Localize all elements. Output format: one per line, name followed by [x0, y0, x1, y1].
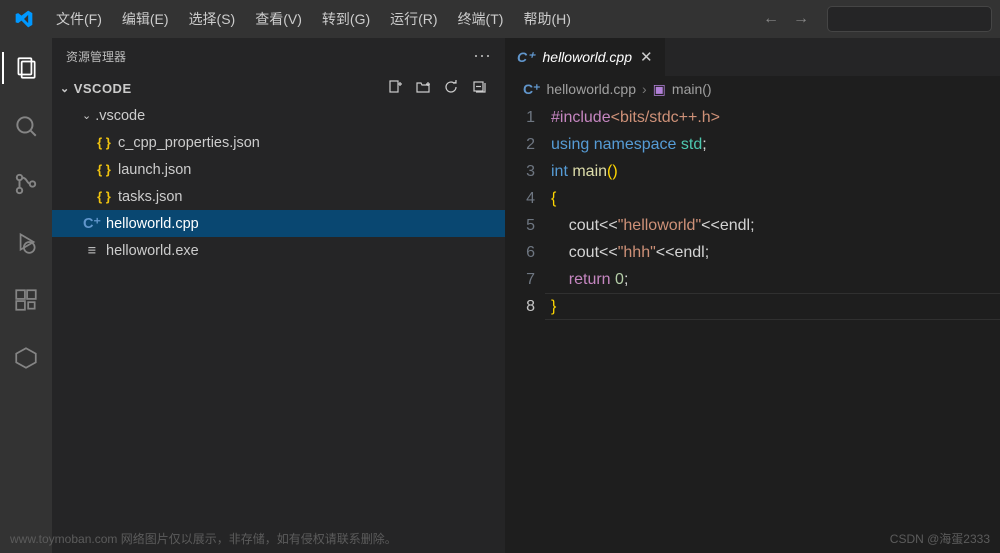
chevron-right-icon: ›	[642, 81, 647, 97]
file-tree: ⌄ .vscode { } c_cpp_properties.json { } lau…	[52, 102, 505, 264]
title-bar: 文件(F)编辑(E)选择(S)查看(V)转到(G)运行(R)终端(T)帮助(H)…	[0, 0, 1000, 38]
code-line: int main()	[551, 158, 755, 185]
sidebar-more-icon[interactable]: ⋯	[473, 46, 491, 67]
menu-item[interactable]: 帮助(H)	[513, 5, 580, 33]
tab-label: helloworld.cpp	[543, 49, 633, 65]
cpp-file-icon: C⁺	[517, 49, 535, 66]
tree-file[interactable]: { } c_cpp_properties.json	[52, 129, 505, 156]
code-line: }	[551, 293, 755, 320]
tree-file[interactable]: C⁺helloworld.cpp	[52, 210, 505, 237]
tree-item-label: tasks.json	[118, 189, 182, 205]
nav-forward-icon[interactable]: →	[787, 5, 815, 33]
editor-pane: C⁺ helloworld.cpp ✕ C⁺ helloworld.cpp › …	[505, 38, 1000, 553]
json-file-icon: { }	[94, 162, 114, 177]
watermark-right: CSDN @海蛋2333	[890, 530, 990, 547]
vscode-logo-icon	[12, 7, 36, 31]
tree-item-label: helloworld.cpp	[106, 216, 199, 232]
explorer-sidebar: 资源管理器 ⋯ ⌄ VSCODE ⌄ .vscode { } c_cpp_prop…	[52, 38, 505, 553]
new-folder-icon[interactable]	[415, 79, 431, 98]
watermark-left: www.toymoban.com 网络图片仅以展示，非存储，如有侵权请联系删除。	[10, 530, 397, 547]
run-debug-tab-icon[interactable]	[2, 222, 50, 262]
breadcrumb-symbol: main()	[672, 81, 712, 97]
menu-item[interactable]: 终端(T)	[448, 5, 514, 33]
exe-file-icon: ≡	[82, 243, 102, 259]
menu-item[interactable]: 运行(R)	[380, 5, 447, 33]
explorer-tab-icon[interactable]	[2, 48, 50, 88]
new-file-icon[interactable]	[387, 79, 403, 98]
symbol-cube-icon: ▣	[653, 81, 666, 98]
tree-item-label: .vscode	[95, 108, 145, 124]
breadcrumb-file: helloworld.cpp	[547, 81, 637, 97]
json-file-icon: { }	[94, 189, 114, 204]
cpp-file-icon: C⁺	[523, 81, 541, 98]
code-line: {	[551, 185, 755, 212]
menu-item[interactable]: 转到(G)	[312, 5, 380, 33]
menu-bar: 文件(F)编辑(E)选择(S)查看(V)转到(G)运行(R)终端(T)帮助(H)	[46, 5, 581, 33]
tree-file[interactable]: { } tasks.json	[52, 183, 505, 210]
tree-item-label: launch.json	[118, 162, 191, 178]
source-text: #include<bits/stdc++.h>using namespace s…	[551, 104, 755, 320]
cpp-file-icon: C⁺	[82, 216, 102, 232]
sidebar-title: 资源管理器	[66, 48, 126, 65]
nav-back-icon[interactable]: ←	[757, 5, 785, 33]
editor-tabs: C⁺ helloworld.cpp ✕	[505, 38, 1000, 76]
json-file-icon: { }	[94, 135, 114, 150]
tree-file[interactable]: ≡helloworld.exe	[52, 237, 505, 264]
code-line: return 0;	[551, 266, 755, 293]
tree-item-label: helloworld.exe	[106, 243, 199, 259]
editor-tab[interactable]: C⁺ helloworld.cpp ✕	[505, 38, 665, 76]
source-control-tab-icon[interactable]	[2, 164, 50, 204]
chevron-down-icon: ⌄	[60, 82, 70, 95]
remote-tab-icon[interactable]	[2, 338, 50, 378]
tree-folder-vscode[interactable]: ⌄ .vscode	[52, 102, 505, 129]
search-tab-icon[interactable]	[2, 106, 50, 146]
code-line: #include<bits/stdc++.h>	[551, 104, 755, 131]
folder-header[interactable]: ⌄ VSCODE	[52, 74, 505, 102]
menu-item[interactable]: 文件(F)	[46, 5, 112, 33]
tree-file[interactable]: { } launch.json	[52, 156, 505, 183]
code-line: cout<<"helloworld"<<endl;	[551, 212, 755, 239]
code-line: cout<<"hhh"<<endl;	[551, 239, 755, 266]
folder-toolbar	[387, 79, 497, 98]
close-icon[interactable]: ✕	[640, 48, 653, 66]
menu-item[interactable]: 查看(V)	[245, 5, 312, 33]
watermark: www.toymoban.com 网络图片仅以展示，非存储，如有侵权请联系删除。…	[10, 530, 990, 547]
folder-name: VSCODE	[74, 81, 387, 96]
menu-item[interactable]: 编辑(E)	[112, 5, 179, 33]
menu-item[interactable]: 选择(S)	[179, 5, 246, 33]
command-search-input[interactable]	[827, 6, 992, 32]
tree-item-label: c_cpp_properties.json	[118, 135, 260, 151]
collapse-all-icon[interactable]	[471, 79, 487, 98]
code-line: using namespace std;	[551, 131, 755, 158]
chevron-down-icon: ⌄	[82, 109, 91, 122]
activity-bar	[0, 38, 52, 553]
code-area[interactable]: 12345678 #include<bits/stdc++.h>using na…	[505, 102, 1000, 320]
breadcrumb[interactable]: C⁺ helloworld.cpp › ▣ main()	[505, 76, 1000, 102]
extensions-tab-icon[interactable]	[2, 280, 50, 320]
line-gutter: 12345678	[505, 104, 551, 320]
refresh-icon[interactable]	[443, 79, 459, 98]
